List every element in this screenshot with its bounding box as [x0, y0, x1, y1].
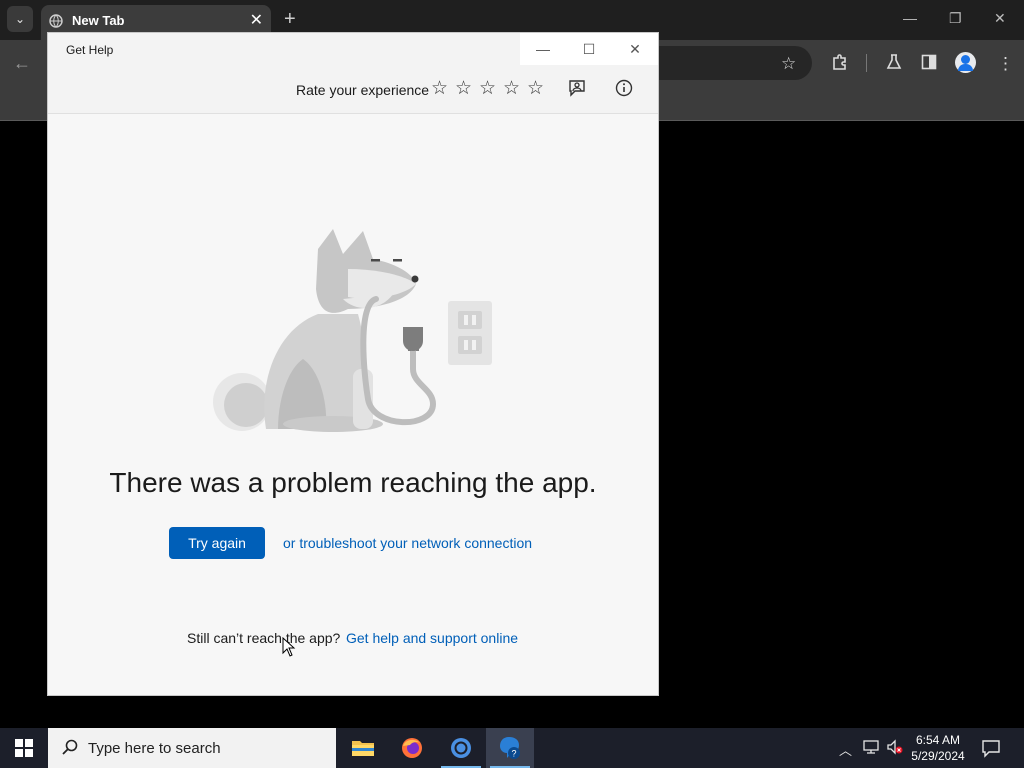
error-heading: There was a problem reaching the app. — [109, 467, 597, 498]
star-2-icon[interactable]: ☆ — [455, 77, 472, 100]
rate-experience-label: Rate your experience — [296, 82, 430, 98]
maximize-icon: ☐ — [582, 40, 596, 57]
star-1-icon[interactable]: ☆ — [431, 77, 448, 100]
menu-kebab-icon[interactable]: ⋮ — [997, 54, 1014, 74]
labs-flask-icon[interactable] — [885, 53, 903, 71]
start-button[interactable] — [0, 728, 48, 768]
close-tab-icon[interactable]: ✕ — [250, 10, 263, 30]
get-help-content — [48, 114, 658, 695]
search-placeholder: Type here to search — [88, 740, 221, 757]
toolbar-separator — [866, 54, 867, 72]
maximize-button[interactable]: ☐ — [566, 33, 612, 65]
get-help-titlebar: Get Help — ☐ ✕ — [48, 33, 658, 65]
tab-search-button[interactable]: ⌄ — [7, 6, 33, 32]
still-cant-reach-text: Still can’t reach the app? — [187, 630, 341, 646]
help-support-online-link[interactable]: Get help and support online — [346, 630, 518, 646]
taskbar-search-box[interactable]: Type here to search — [48, 728, 336, 768]
window-title: Get Help — [66, 43, 114, 57]
folder-icon — [352, 741, 374, 756]
bookmark-star-icon[interactable]: ☆ — [781, 54, 796, 74]
svg-text:?: ? — [511, 749, 516, 759]
notification-center-icon[interactable] — [981, 738, 1001, 758]
get-help-window: Get Help — ☐ ✕ Rate your experience ☆ ☆ … — [48, 33, 658, 695]
dog-unplugged-illustration — [213, 229, 492, 432]
chrome-icon — [451, 738, 471, 758]
chrome-close-button[interactable]: ✕ — [994, 10, 1006, 27]
chrome-minimize-button[interactable]: — — [903, 10, 917, 26]
clock-date: 5/29/2024 — [911, 749, 965, 763]
star-5-icon[interactable]: ☆ — [527, 77, 544, 100]
profile-avatar[interactable] — [955, 52, 976, 73]
new-tab-button[interactable]: + — [284, 8, 296, 31]
chevron-down-icon: ⌄ — [14, 12, 26, 26]
back-button[interactable]: ← — [13, 53, 31, 74]
troubleshoot-network-link[interactable]: or troubleshoot your network connection — [283, 535, 532, 551]
network-icon[interactable] — [863, 739, 879, 755]
tab-title: New Tab — [72, 13, 125, 28]
side-panel-icon[interactable] — [921, 54, 937, 70]
get-help-taskbar-button[interactable]: ? — [486, 728, 534, 768]
minimize-button[interactable]: — — [520, 33, 566, 65]
try-again-button[interactable]: Try again — [169, 527, 265, 559]
feedback-icon[interactable] — [566, 77, 588, 99]
minimize-icon: — — [536, 41, 550, 57]
volume-muted-icon[interactable] — [886, 739, 904, 755]
taskbar: Type here to search ? ︿ 6:54 AM 5/29/202… — [0, 728, 1024, 768]
rating-header: Rate your experience ☆ ☆ ☆ ☆ ☆ — [48, 65, 658, 114]
star-4-icon[interactable]: ☆ — [503, 77, 520, 100]
file-explorer-taskbar-button[interactable] — [339, 728, 387, 768]
close-icon: ✕ — [629, 40, 641, 57]
chrome-taskbar-button[interactable] — [437, 728, 485, 768]
chevron-up-icon[interactable]: ︿ — [839, 740, 852, 759]
close-button[interactable]: ✕ — [612, 33, 658, 65]
globe-icon — [49, 14, 63, 28]
clock-time: 6:54 AM — [915, 733, 961, 747]
info-icon[interactable] — [613, 77, 635, 99]
star-3-icon[interactable]: ☆ — [479, 77, 496, 100]
chrome-restore-button[interactable]: ❐ — [949, 10, 962, 27]
system-clock[interactable]: 6:54 AM 5/29/2024 — [905, 732, 971, 764]
windows-logo-icon — [15, 739, 33, 757]
extensions-icon[interactable] — [831, 53, 849, 71]
get-help-icon: ? — [500, 737, 520, 759]
mouse-cursor-icon — [282, 637, 296, 657]
firefox-icon — [402, 738, 422, 758]
firefox-taskbar-button[interactable] — [388, 728, 436, 768]
search-icon — [62, 739, 78, 755]
